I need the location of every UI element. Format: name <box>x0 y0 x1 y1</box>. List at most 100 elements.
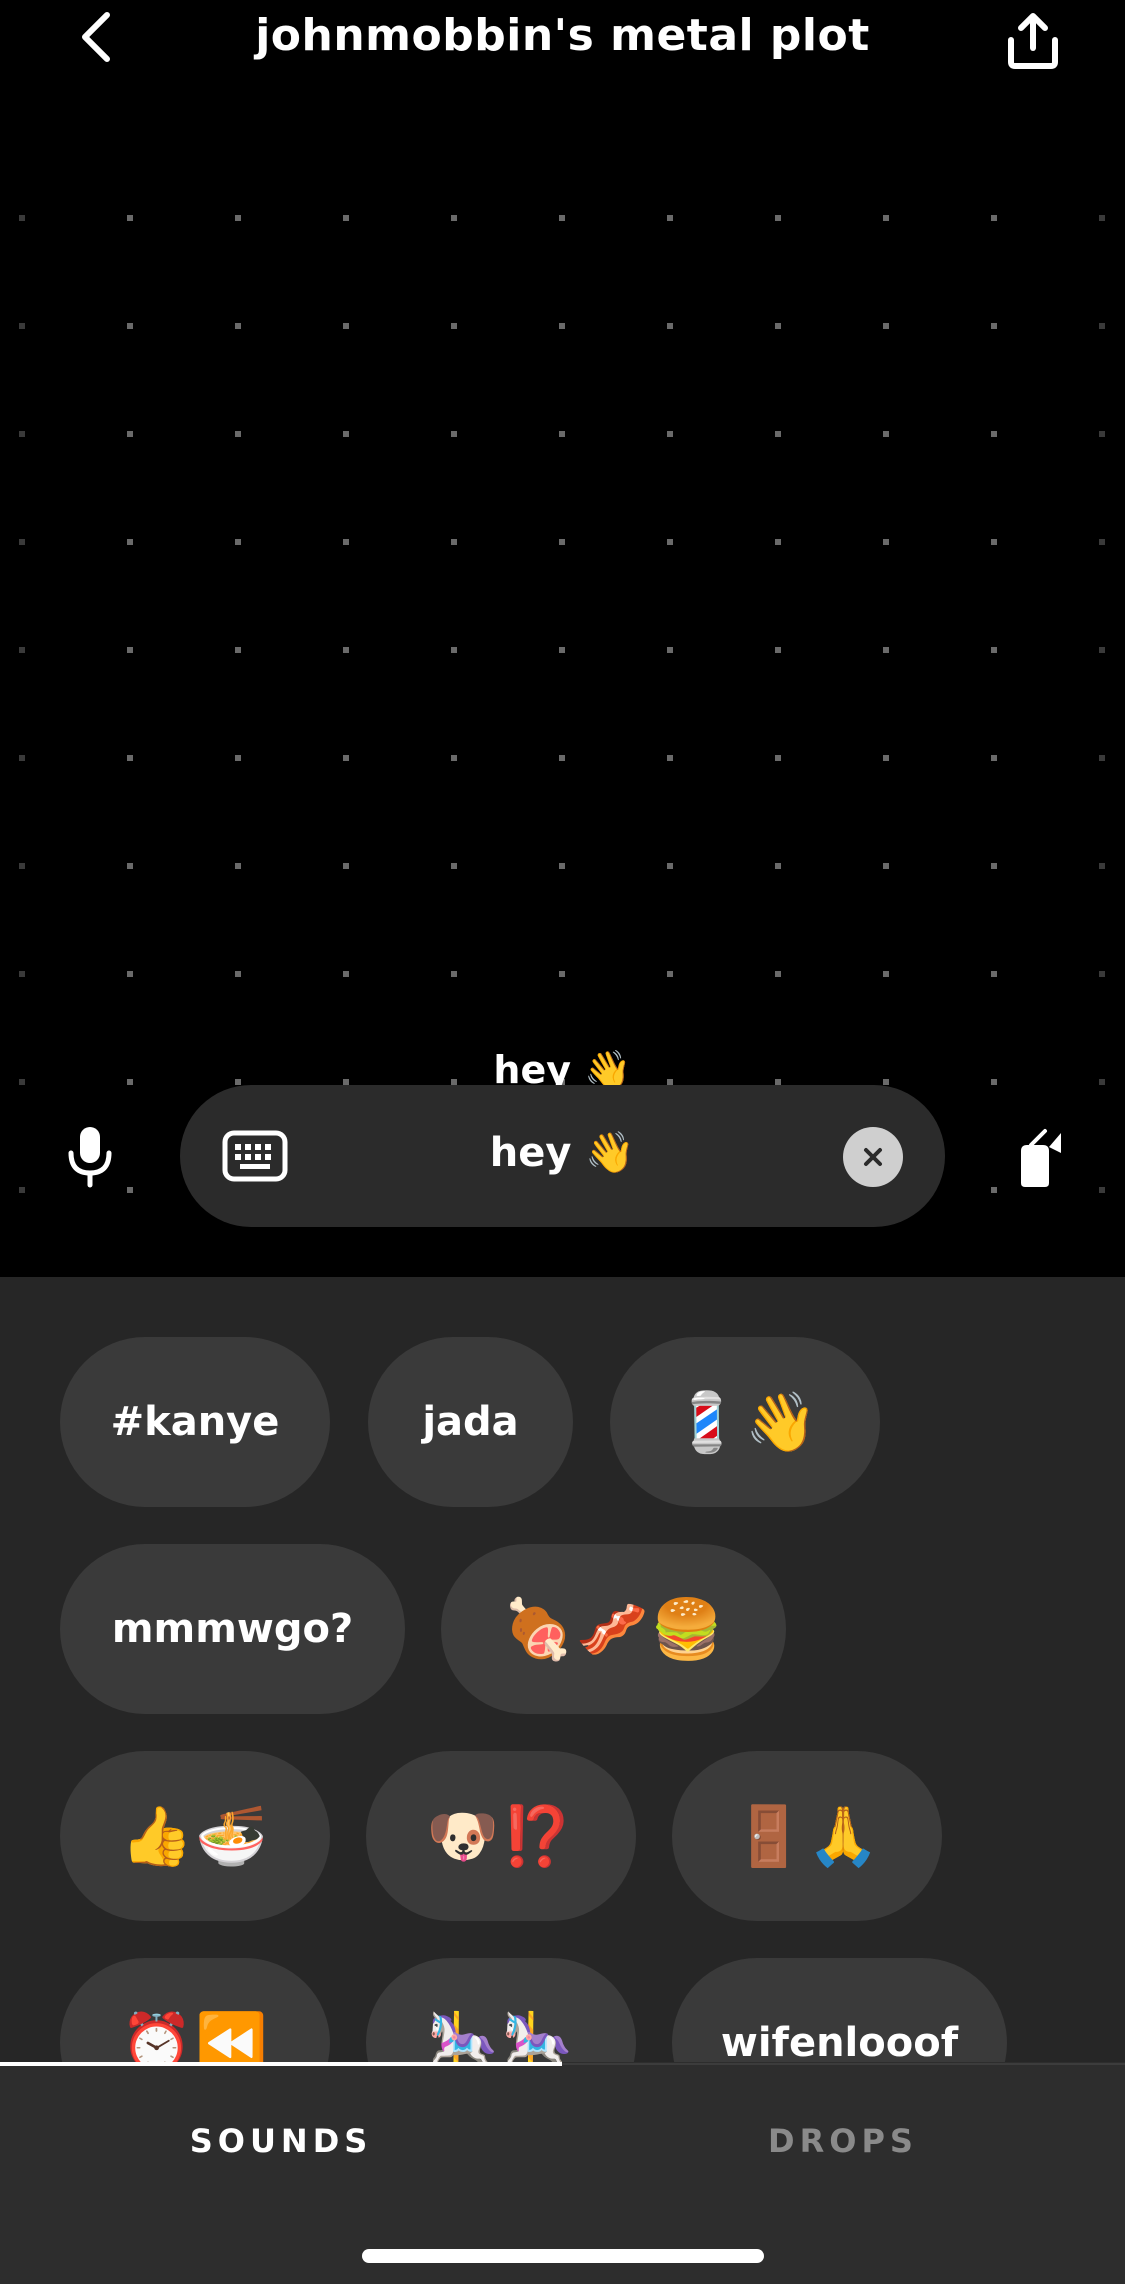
message-composer[interactable]: hey 👋 <box>180 1085 945 1227</box>
grid-dot <box>19 431 25 437</box>
grid-dot <box>775 755 781 761</box>
grid-dot <box>991 1079 997 1085</box>
sound-chip[interactable]: mmmwgo? <box>60 1544 405 1714</box>
grid-dot <box>1099 215 1105 221</box>
grid-dot <box>775 323 781 329</box>
grid-dot <box>19 863 25 869</box>
grid-dot <box>451 539 457 545</box>
grid-dot <box>19 971 25 977</box>
grid-dot <box>991 971 997 977</box>
keyboard-icon <box>222 1130 288 1182</box>
grid-dot <box>1099 1079 1105 1085</box>
grid-dot <box>343 431 349 437</box>
grid-dot <box>883 755 889 761</box>
grid-dot <box>127 755 133 761</box>
tab-sounds[interactable]: SOUNDS <box>0 2122 562 2160</box>
sound-chip[interactable]: #kanye <box>60 1337 330 1507</box>
grid-dot <box>235 1079 241 1085</box>
grid-dot <box>451 755 457 761</box>
grid-dot <box>667 755 673 761</box>
grid-dot <box>451 863 457 869</box>
grid-dot <box>559 971 565 977</box>
grid-dot <box>667 431 673 437</box>
camera-button[interactable] <box>1005 1122 1075 1192</box>
grid-dot <box>451 323 457 329</box>
grid-dot <box>883 431 889 437</box>
sound-chip[interactable]: ⏰⏪ <box>60 1958 330 2062</box>
grid-dot <box>667 863 673 869</box>
microphone-button[interactable] <box>55 1122 125 1192</box>
grid-dot <box>19 539 25 545</box>
header: johnmobbin's metal plot <box>0 0 1125 80</box>
grid-dot <box>1099 755 1105 761</box>
grid-dot <box>1099 863 1105 869</box>
grid-dot <box>991 647 997 653</box>
grid-dot <box>991 863 997 869</box>
sound-chip[interactable]: 🎠🎠 <box>366 1958 636 2062</box>
grid-dot <box>451 215 457 221</box>
grid-dot <box>559 647 565 653</box>
sound-chip[interactable]: 🐶⁉️ <box>366 1751 636 1921</box>
grid-dot <box>127 539 133 545</box>
share-button[interactable] <box>995 2 1070 77</box>
grid-dot <box>775 431 781 437</box>
grid-dot <box>451 971 457 977</box>
grid-dot <box>991 323 997 329</box>
grid-dot <box>1099 647 1105 653</box>
sound-chip[interactable]: 🍖🥓🍔 <box>441 1544 786 1714</box>
grid-dot <box>559 755 565 761</box>
grid-dot <box>19 755 25 761</box>
grid-dot <box>775 215 781 221</box>
grid-dot <box>559 431 565 437</box>
camera-flip-icon <box>1021 1129 1061 1187</box>
grid-dot <box>343 971 349 977</box>
grid-dot <box>559 323 565 329</box>
grid-dot <box>883 863 889 869</box>
grid-dot <box>343 863 349 869</box>
grid-dot <box>883 971 889 977</box>
grid-dot <box>343 539 349 545</box>
sounds-panel: #kanye jada 💈👋 mmmwgo? 🍖🥓🍔 👍🍜 🐶⁉️ 🚪🙏 ⏰⏪ … <box>0 1277 1125 2284</box>
grid-dot <box>235 863 241 869</box>
page-title: johnmobbin's metal plot <box>255 10 870 61</box>
grid-dot <box>775 863 781 869</box>
active-tab-indicator <box>0 2062 562 2066</box>
grid-dot <box>235 539 241 545</box>
grid-dot <box>559 539 565 545</box>
grid-dot <box>1099 431 1105 437</box>
clear-icon <box>864 1148 882 1166</box>
grid-dot <box>343 647 349 653</box>
grid-dot <box>1099 971 1105 977</box>
grid-dot <box>775 539 781 545</box>
grid-dot <box>883 647 889 653</box>
grid-dot <box>883 539 889 545</box>
share-upload-icon <box>1007 12 1058 69</box>
grid-dot <box>127 863 133 869</box>
sound-chip[interactable]: wifenlooof <box>672 1958 1007 2062</box>
back-button[interactable] <box>60 2 130 72</box>
grid-dot <box>883 323 889 329</box>
sound-chip[interactable]: 💈👋 <box>610 1337 880 1507</box>
clear-button[interactable] <box>843 1127 903 1187</box>
grid-dot <box>343 323 349 329</box>
grid-dot <box>667 323 673 329</box>
composer-input-text[interactable]: hey 👋 <box>320 1129 805 1176</box>
grid-dot <box>343 215 349 221</box>
grid-dot <box>991 755 997 761</box>
grid-dot <box>991 1187 997 1193</box>
tab-drops[interactable]: DROPS <box>562 2122 1124 2160</box>
grid-dot <box>127 431 133 437</box>
tab-divider <box>562 2063 1125 2065</box>
grid-dot <box>235 323 241 329</box>
grid-dot <box>19 647 25 653</box>
sound-chip[interactable]: 👍🍜 <box>60 1751 330 1921</box>
keyboard-button[interactable] <box>220 1125 290 1187</box>
grid-dot <box>1099 323 1105 329</box>
sound-chip[interactable]: 🚪🙏 <box>672 1751 942 1921</box>
sound-chip[interactable]: jada <box>368 1337 573 1507</box>
grid-dot <box>667 971 673 977</box>
grid-dot <box>991 215 997 221</box>
grid-dot <box>1099 1187 1105 1193</box>
grid-dot <box>667 215 673 221</box>
grid-dot <box>883 215 889 221</box>
